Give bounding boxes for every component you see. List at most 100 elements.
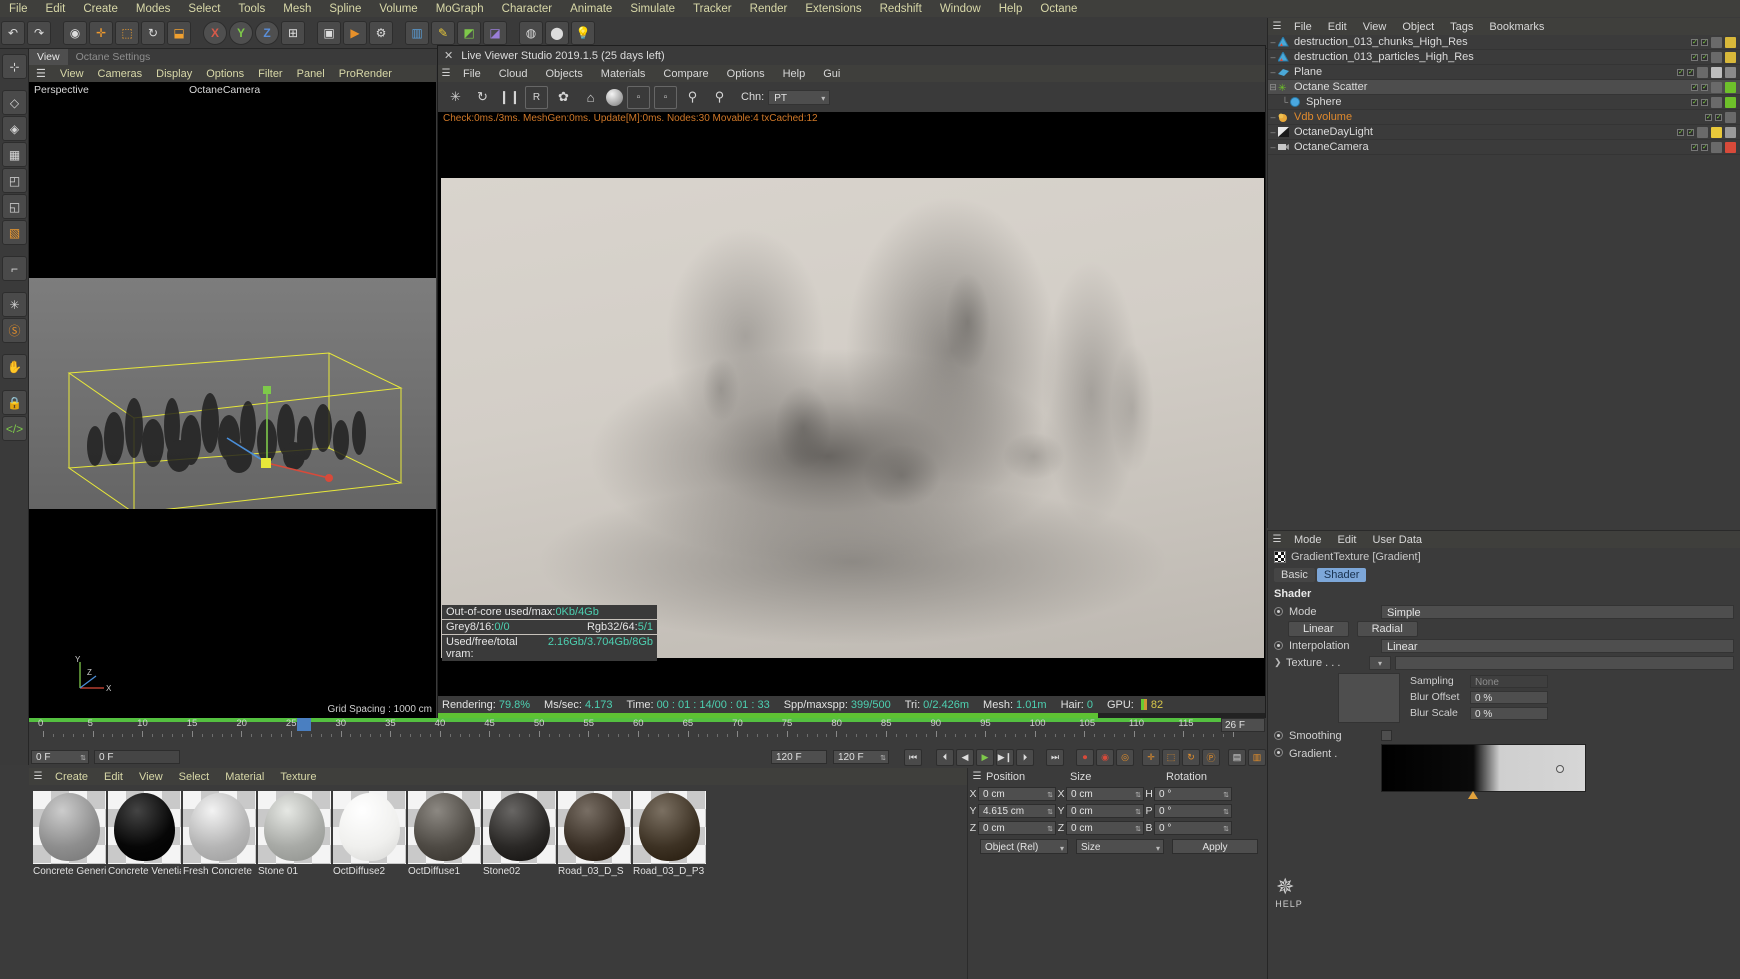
menu-item-edit[interactable]: Edit [37, 3, 75, 15]
blur-scale-field[interactable]: 0 % [1470, 706, 1548, 720]
material-preview[interactable] [183, 791, 256, 864]
attribute-menu-edit[interactable]: Edit [1330, 534, 1365, 546]
visibility-render-dot[interactable] [1701, 98, 1708, 106]
stepper-icon[interactable]: ⇅ [1223, 823, 1229, 837]
viewport-pane-middle[interactable] [29, 278, 436, 509]
object-tag-icon[interactable] [1711, 51, 1722, 63]
material-preview[interactable] [258, 791, 331, 864]
move-icon[interactable]: ✛ [89, 20, 113, 45]
texture-dropdown-icon[interactable]: ▾ [1369, 655, 1391, 670]
stepper-icon[interactable]: ⇅ [1135, 789, 1141, 803]
pin-focus-icon[interactable]: ⚲ [681, 86, 704, 109]
pin-white-balance-icon[interactable]: ⚲ [708, 86, 731, 109]
daylight-tag-icon[interactable] [1711, 126, 1722, 138]
mode-select[interactable]: Simple [1381, 604, 1734, 619]
sampling-select[interactable]: None [1470, 674, 1548, 688]
close-icon[interactable]: ✕ [444, 49, 453, 62]
keyframe-selection-button[interactable]: ◎ [1116, 748, 1134, 766]
timeline-toggle-button[interactable]: ▥ [1248, 748, 1266, 766]
live-viewer-menu-cloud[interactable]: Cloud [490, 68, 537, 80]
material-preview[interactable] [108, 791, 181, 864]
texture-thumbnail[interactable] [1338, 673, 1400, 723]
gradient-knob-right[interactable] [1556, 765, 1564, 773]
octane-restart-icon[interactable]: ✳ [444, 86, 467, 109]
object-manager-menu-bookmarks[interactable]: Bookmarks [1481, 21, 1552, 33]
material-cell[interactable]: Stone 01 [258, 791, 331, 877]
sun-tag-icon[interactable] [1725, 126, 1736, 138]
attribute-tab-basic[interactable]: Basic [1274, 567, 1315, 582]
gradient-radio-icon[interactable] [1274, 748, 1283, 757]
material-menu-create[interactable]: Create [47, 771, 96, 783]
object-tags[interactable] [1691, 51, 1736, 63]
menu-item-help[interactable]: Help [990, 3, 1032, 15]
render-settings-icon[interactable]: ⚙ [369, 20, 393, 45]
render-picture-viewer-icon[interactable]: ▶ [343, 20, 367, 45]
object-manager-menu-file[interactable]: File [1286, 21, 1320, 33]
autokey-button[interactable]: ◉ [1096, 748, 1114, 766]
axis-x-icon[interactable]: X [203, 20, 227, 45]
viewport-pane-bottom[interactable]: Y X Z Grid Spacing : 1000 cm [29, 509, 436, 718]
play-button[interactable]: ▶ [976, 748, 994, 766]
visibility-editor-dot[interactable] [1691, 98, 1698, 106]
hamburger-icon[interactable]: ☰ [438, 68, 454, 79]
object-row-sphere[interactable]: └ Sphere [1268, 95, 1740, 110]
object-tags[interactable] [1691, 141, 1736, 153]
phong-tag-icon[interactable] [1725, 36, 1736, 48]
material-menu-material[interactable]: Material [217, 771, 272, 783]
tree-expand-icon[interactable]: – [1268, 52, 1278, 62]
viewport-menu-filter[interactable]: Filter [251, 68, 289, 80]
material-menu-view[interactable]: View [131, 771, 171, 783]
position-x-field[interactable]: 0 cm ⇅ [978, 786, 1056, 801]
apply-button[interactable]: Apply [1172, 839, 1258, 854]
menu-item-mesh[interactable]: Mesh [274, 3, 320, 15]
sphere-material-tag-icon[interactable] [1725, 96, 1736, 108]
camera-tag-icon[interactable] [1725, 141, 1736, 153]
menu-item-window[interactable]: Window [931, 3, 990, 15]
visibility-render-dot[interactable] [1715, 113, 1722, 121]
material-grid[interactable]: Concrete GenericConcrete VenetianFresh C… [29, 785, 967, 877]
material-menu-select[interactable]: Select [171, 771, 218, 783]
object-tag-icon[interactable] [1711, 141, 1722, 153]
object-row-vdb-volume[interactable]: – Vdb volume [1268, 110, 1740, 125]
record-pla-button[interactable]: Ⓟ [1202, 748, 1220, 766]
material-preview[interactable] [408, 791, 481, 864]
stepper-icon[interactable]: ⇅ [880, 752, 886, 766]
viewport-menu-view[interactable]: View [53, 68, 91, 80]
object-row-destruction-013-particles-high-res[interactable]: – ▲ destruction_013_particles_High_Res [1268, 50, 1740, 65]
size-y-field[interactable]: 0 cm ⇅ [1066, 803, 1144, 818]
smoothing-radio-icon[interactable] [1274, 731, 1283, 740]
pause-icon[interactable]: ❙❙ [498, 86, 521, 109]
object-tag-icon[interactable] [1711, 96, 1722, 108]
viewport-tab-octane-settings[interactable]: Octane Settings [68, 49, 159, 65]
position-z-field[interactable]: 0 cm ⇅ [978, 820, 1056, 835]
material-preview-icon[interactable] [606, 88, 623, 106]
rotate-icon[interactable]: ↻ [141, 20, 165, 45]
attribute-tab-shader[interactable]: Shader [1316, 567, 1367, 582]
visibility-editor-dot[interactable] [1691, 83, 1698, 91]
fit-view-icon[interactable]: ▫ [654, 85, 677, 109]
menu-item-file[interactable]: File [0, 3, 37, 15]
object-tag-icon[interactable] [1697, 66, 1708, 78]
viewport-menu-options[interactable]: Options [199, 68, 251, 80]
smoothing-checkbox[interactable] [1381, 730, 1392, 741]
texture-mode-icon[interactable]: ▧ [2, 220, 27, 245]
object-tags[interactable] [1677, 66, 1736, 78]
uv-tag-icon[interactable] [1725, 66, 1736, 78]
viewport-menu-panel[interactable]: Panel [290, 68, 332, 80]
world-coord-icon[interactable]: ⊞ [281, 20, 305, 45]
live-viewer-menu-help[interactable]: Help [774, 68, 815, 80]
camera-icon[interactable]: ⬤ [545, 20, 569, 45]
frame-secondary-field[interactable]: 0 F [94, 750, 180, 764]
help-widget[interactable]: ✵ HELP [1274, 873, 1304, 909]
range-end-field[interactable]: 120 F ⇅ [833, 750, 889, 764]
object-tags[interactable] [1705, 111, 1736, 123]
hamburger-icon[interactable]: ☰ [1268, 21, 1286, 32]
step-forward-button[interactable]: ▶❙ [996, 748, 1014, 766]
menu-item-redshift[interactable]: Redshift [871, 3, 931, 15]
polygon-mode-icon[interactable]: ▦ [2, 142, 27, 167]
material-preview[interactable] [633, 791, 706, 864]
object-tag-icon[interactable] [1697, 126, 1708, 138]
material-preview[interactable] [558, 791, 631, 864]
material-tag-icon[interactable] [1711, 66, 1722, 78]
hamburger-icon[interactable]: ☰ [29, 67, 53, 80]
